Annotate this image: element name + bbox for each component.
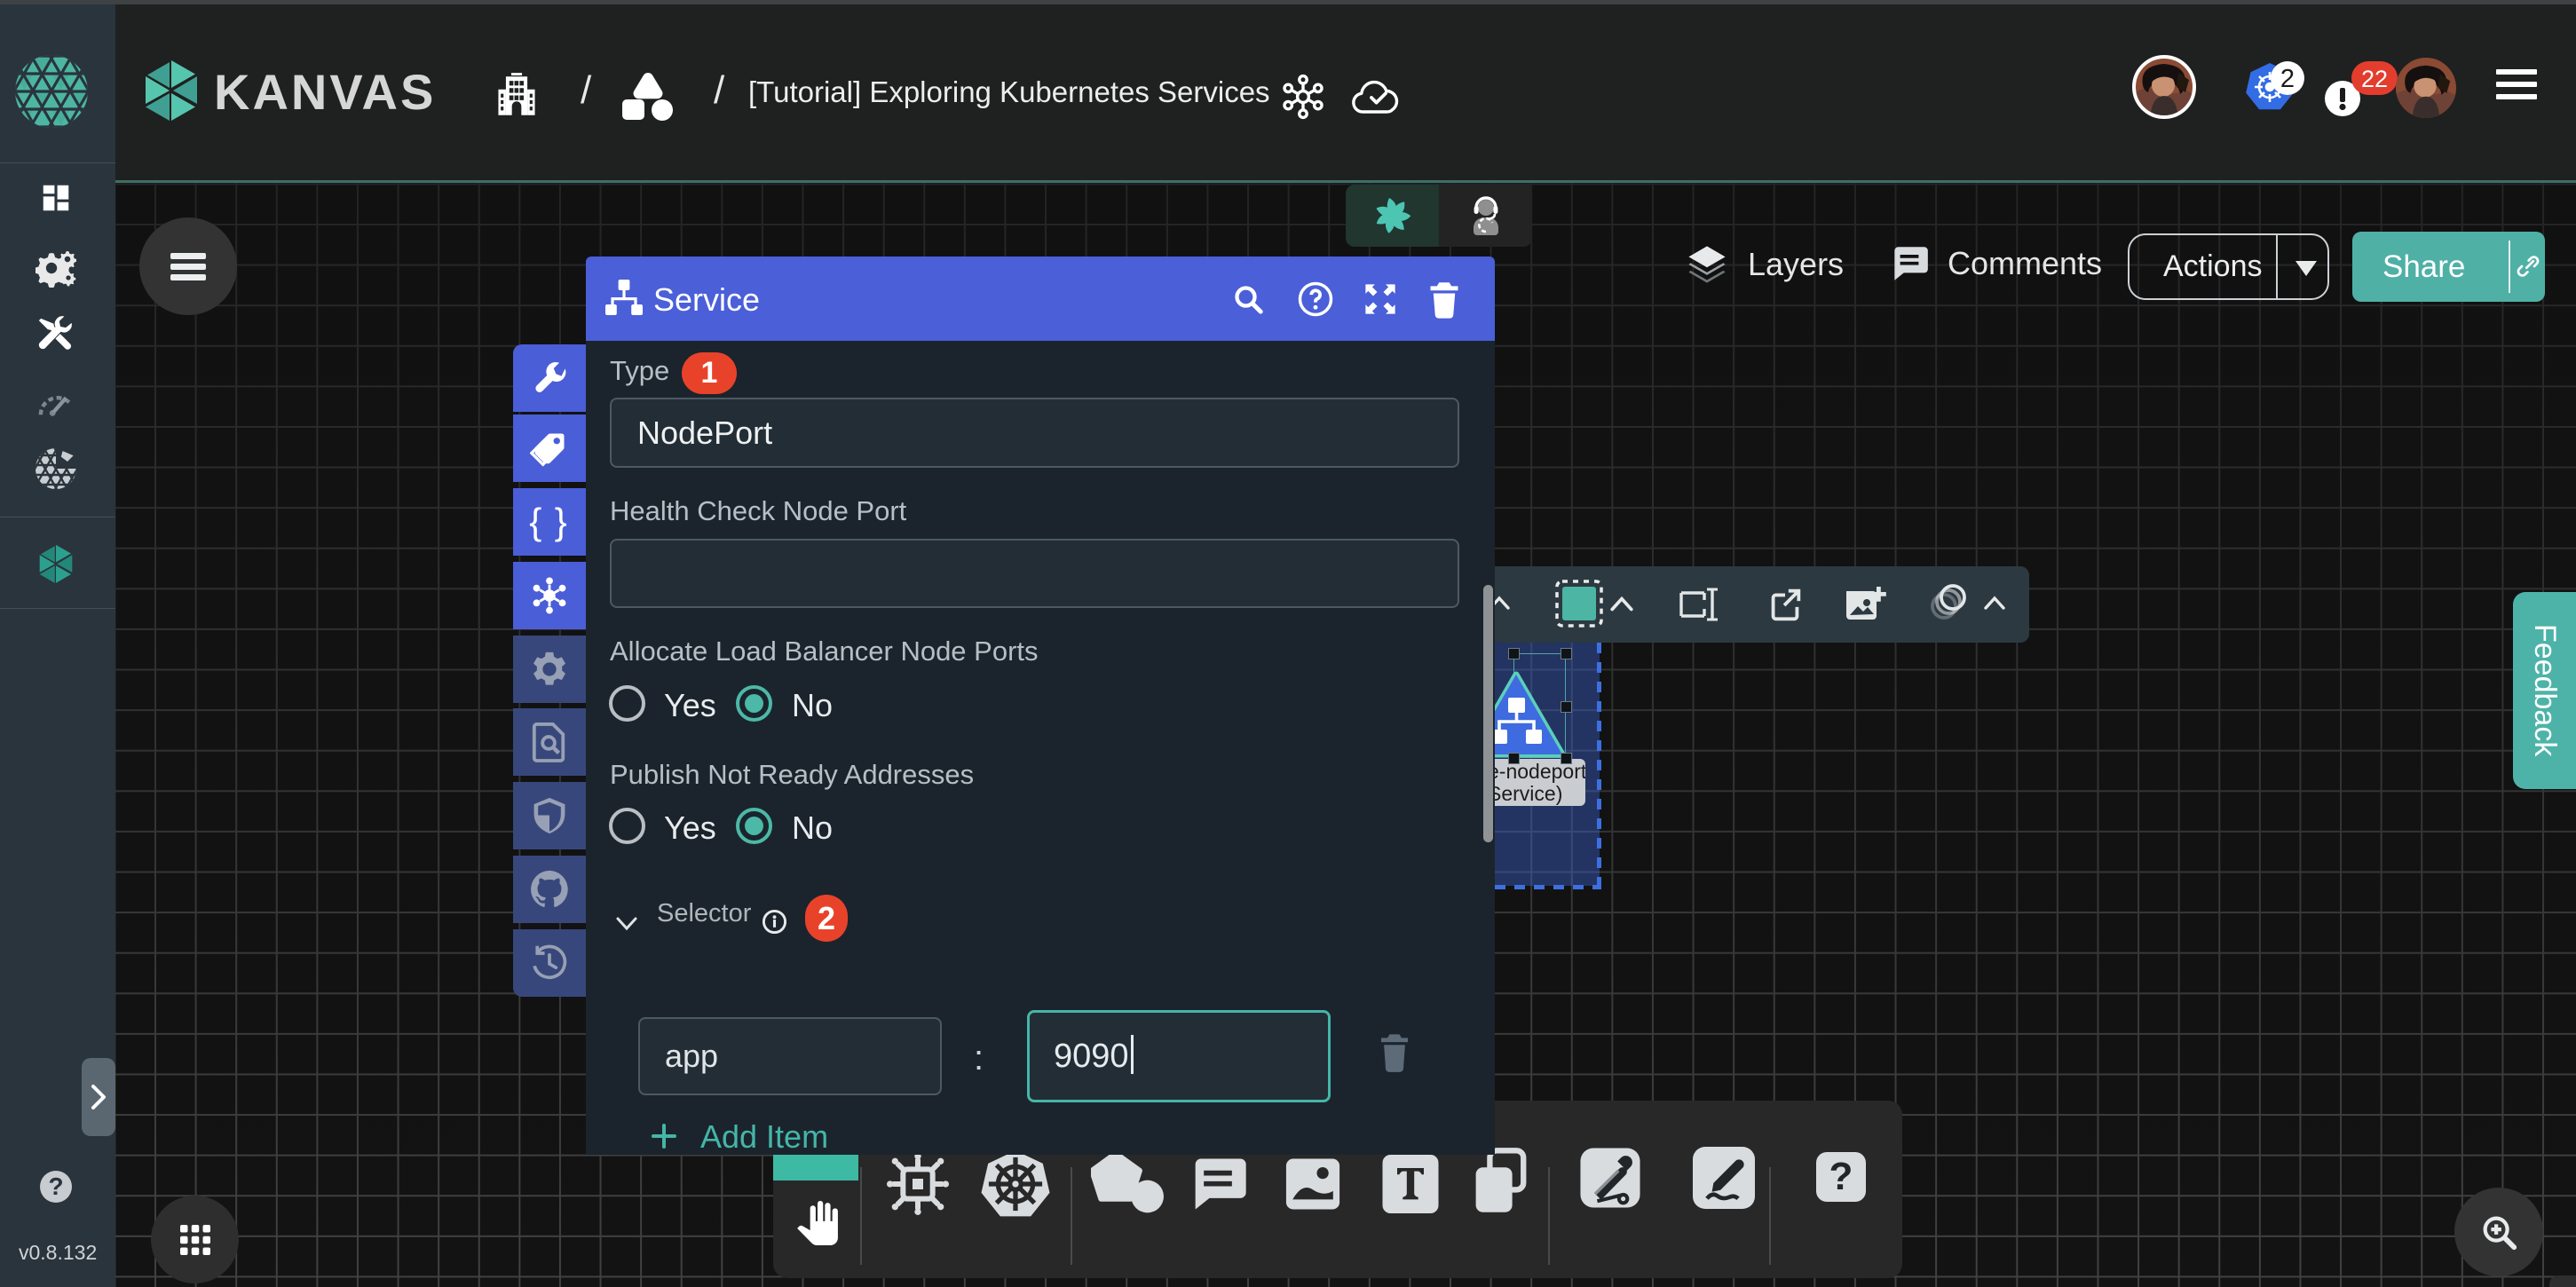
svg-text:2: 2 [2280, 65, 2295, 93]
svg-text:22: 22 [2361, 66, 2388, 92]
